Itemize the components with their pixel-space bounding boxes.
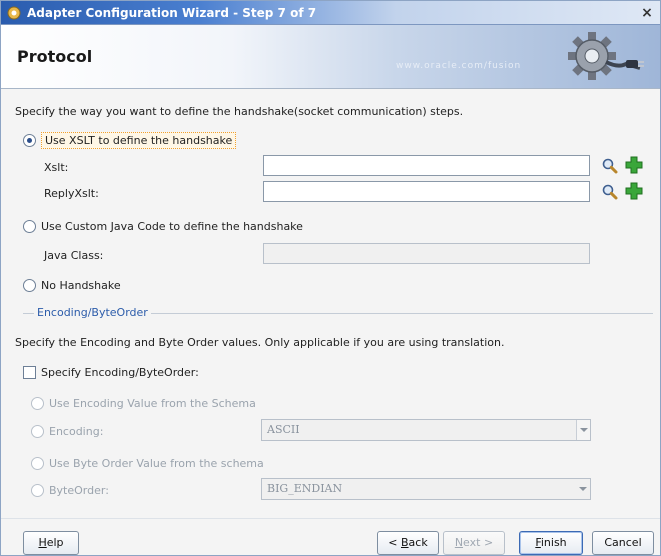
chevron-down-icon[interactable] <box>576 420 590 440</box>
radio-no-handshake[interactable]: No Handshake <box>23 279 121 292</box>
xslt-field[interactable] <box>263 155 590 176</box>
back-prefix: < <box>388 536 401 549</box>
finish-button[interactable]: Finish <box>519 531 583 555</box>
radio-button[interactable] <box>23 279 36 292</box>
java-class-label: Java Class: <box>44 249 104 262</box>
handshake-intro: Specify the way you want to define the h… <box>15 105 464 118</box>
search-icon[interactable] <box>601 157 619 175</box>
radio-use-xslt[interactable]: Use XSLT to define the handshake <box>23 132 237 149</box>
title-bar: Adapter Configuration Wizard - Step 7 of… <box>1 1 660 25</box>
radio-use-java-label: Use Custom Java Code to define the hands… <box>41 220 303 233</box>
reply-xslt-field[interactable] <box>263 181 590 202</box>
java-class-field[interactable] <box>263 243 590 264</box>
back-mnemonic: B <box>401 536 409 549</box>
xslt-label: Xslt: <box>44 161 69 174</box>
radio-use-xslt-label: Use XSLT to define the handshake <box>41 132 237 149</box>
checkbox-specify-encoding[interactable]: Specify Encoding/ByteOrder: <box>23 366 199 379</box>
radio-no-handshake-label: No Handshake <box>41 279 121 292</box>
next-label-rest: ext > <box>463 536 494 549</box>
close-icon[interactable]: × <box>638 4 656 22</box>
help-button[interactable]: Help <box>23 531 79 555</box>
page-title: Protocol <box>17 47 93 66</box>
radio-use-java[interactable]: Use Custom Java Code to define the hands… <box>23 220 303 233</box>
app-icon <box>7 6 21 20</box>
header-watermark: www.oracle.com/fusion <box>396 61 522 71</box>
radio-button[interactable] <box>31 397 44 410</box>
radio-schema-encoding[interactable]: Use Encoding Value from the Schema <box>31 397 256 410</box>
back-label-rest: ack <box>408 536 428 549</box>
section-title-encoding: Encoding/ByteOrder <box>34 306 151 319</box>
radio-byteorder-label: ByteOrder: <box>49 484 109 497</box>
radio-button[interactable] <box>31 457 44 470</box>
checkbox[interactable] <box>23 366 36 379</box>
radio-schema-byteorder-label: Use Byte Order Value from the schema <box>49 457 264 470</box>
finish-label-rest: inish <box>540 536 567 549</box>
radio-button[interactable] <box>31 425 44 438</box>
wizard-window: Adapter Configuration Wizard - Step 7 of… <box>0 0 661 556</box>
radio-button[interactable] <box>23 134 36 147</box>
radio-button[interactable] <box>23 220 36 233</box>
wizard-header: Protocol www.oracle.com/fusion <box>1 25 660 89</box>
cancel-button[interactable]: Cancel <box>592 531 654 555</box>
byteorder-select-value: BIG_ENDIAN <box>267 482 343 495</box>
radio-encoding[interactable]: Encoding: <box>31 425 103 438</box>
next-button[interactable]: Next > <box>443 531 505 555</box>
help-mnemonic: H <box>38 536 47 549</box>
back-button[interactable]: < Back <box>377 531 439 555</box>
byteorder-select[interactable]: BIG_ENDIAN <box>261 478 591 500</box>
radio-schema-byteorder[interactable]: Use Byte Order Value from the schema <box>31 457 264 470</box>
encoding-intro: Specify the Encoding and Byte Order valu… <box>15 336 505 349</box>
radio-byteorder[interactable]: ByteOrder: <box>31 484 109 497</box>
window-title: Adapter Configuration Wizard - Step 7 of… <box>27 6 317 20</box>
search-icon[interactable] <box>601 183 619 201</box>
radio-encoding-label: Encoding: <box>49 425 104 438</box>
gear-plug-icon <box>568 32 644 80</box>
encoding-select[interactable]: ASCII <box>261 419 591 441</box>
reply-xslt-label: ReplyXslt: <box>44 187 99 200</box>
next-mnemonic: N <box>454 536 464 549</box>
chevron-down-icon[interactable] <box>576 479 590 499</box>
add-icon[interactable] <box>625 182 643 200</box>
encoding-select-value: ASCII <box>267 423 300 436</box>
radio-button[interactable] <box>31 484 44 497</box>
checkbox-specify-encoding-label: Specify Encoding/ByteOrder: <box>41 366 199 379</box>
radio-schema-encoding-label: Use Encoding Value from the Schema <box>49 397 256 410</box>
help-label-rest: elp <box>46 536 64 549</box>
footer-divider <box>1 518 660 519</box>
add-icon[interactable] <box>625 156 643 174</box>
